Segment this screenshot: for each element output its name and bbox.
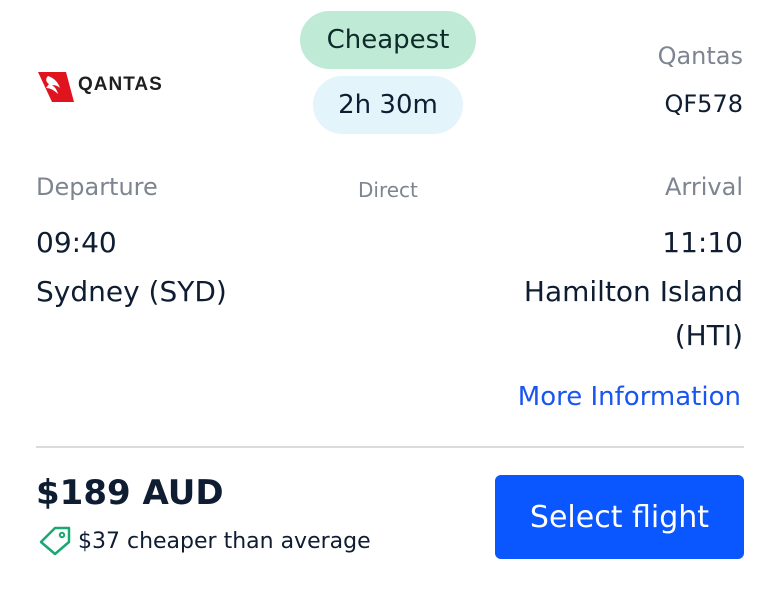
flight-number: QF578 — [664, 90, 743, 118]
stops-label: Direct — [358, 178, 418, 202]
airline-logo: QANTAS — [38, 68, 188, 102]
departure-city: Sydney (SYD) — [36, 275, 227, 308]
arrival-label: Arrival — [665, 173, 743, 201]
qantas-kangaroo-tail-icon — [38, 72, 74, 102]
airline-logo-text: QANTAS — [78, 74, 163, 95]
savings-text: $37 cheaper than average — [78, 528, 371, 554]
select-flight-button[interactable]: Select flight — [495, 475, 744, 559]
cheapest-badge: Cheapest — [300, 11, 476, 69]
departure-label: Departure — [36, 173, 158, 201]
arrival-city: Hamilton Island (HTI) — [523, 275, 743, 352]
more-information-link[interactable]: More Information — [518, 382, 741, 412]
savings-note: $37 cheaper than average — [38, 526, 371, 556]
duration-badge: 2h 30m — [313, 76, 463, 134]
price-tag-icon — [39, 526, 71, 556]
price: $189 AUD — [36, 473, 224, 513]
divider — [36, 446, 744, 448]
airline-name: Qantas — [657, 42, 743, 70]
departure-time: 09:40 — [36, 226, 117, 259]
arrival-time: 11:10 — [662, 226, 743, 259]
